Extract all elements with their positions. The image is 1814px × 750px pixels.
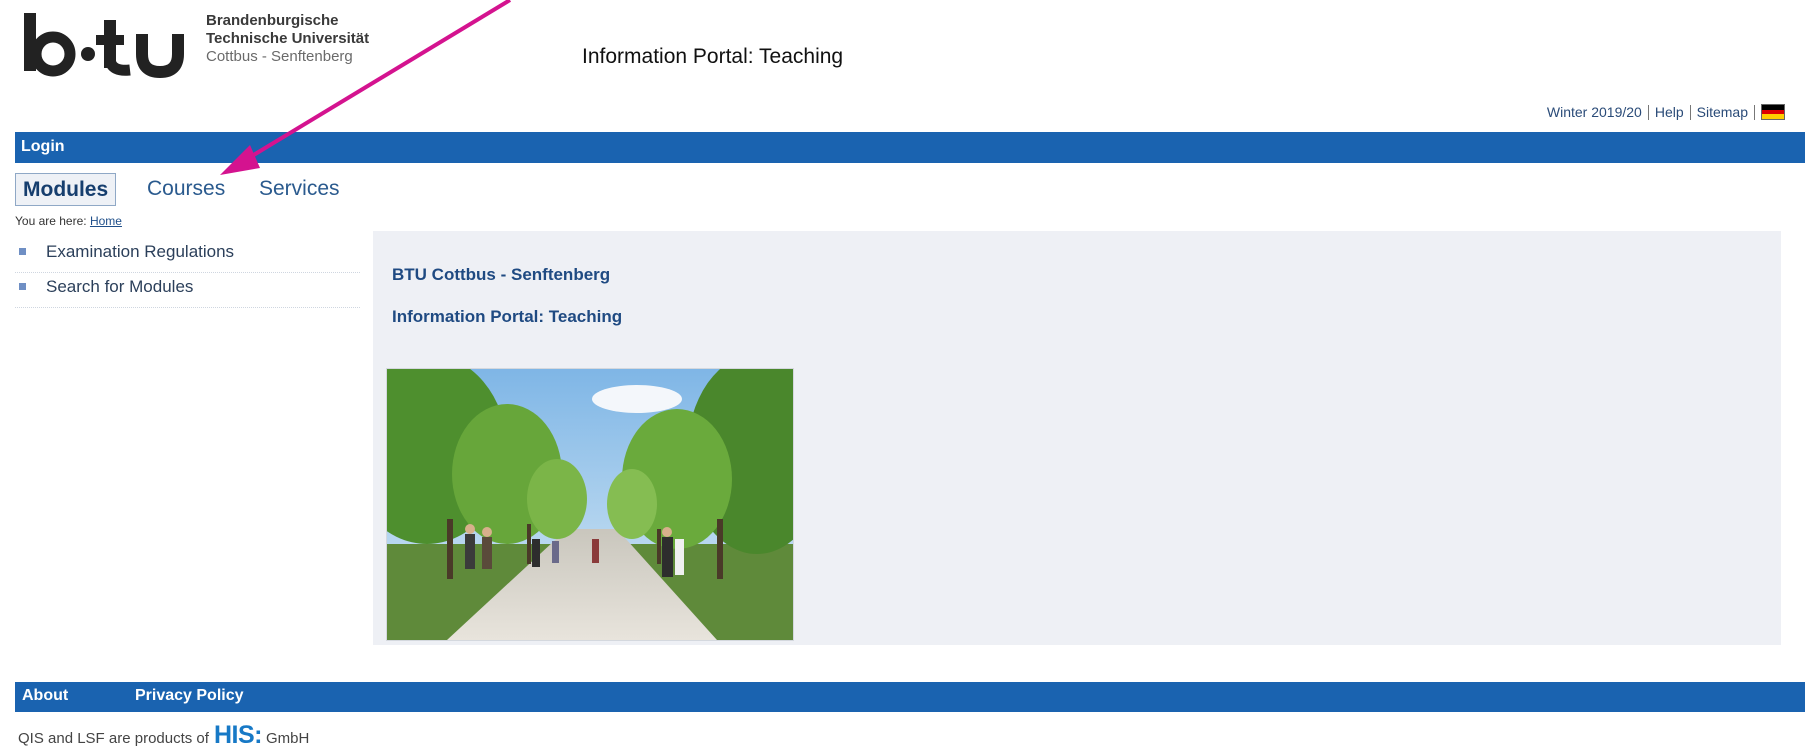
sidebar: Examination Regulations Search for Modul… [15, 238, 360, 308]
help-link[interactable]: Help [1655, 104, 1684, 120]
sidebar-item-search-modules[interactable]: Search for Modules [15, 273, 360, 308]
bullet-icon [19, 248, 26, 255]
logo-line-2: Technische Universität [206, 30, 370, 47]
main-subheading: Information Portal: Teaching [392, 307, 623, 326]
credit-prefix: QIS and LSF are products of [18, 730, 209, 747]
btu-logo-mark [24, 13, 184, 79]
campus-photo-image [387, 369, 793, 640]
login-bar: Login [15, 132, 1805, 163]
logo-line-1: Brandenburgische [206, 12, 339, 29]
footer-bar: About Privacy Policy [15, 682, 1805, 712]
main-content-panel: BTU Cottbus - Senftenberg Information Po… [373, 231, 1781, 645]
about-link[interactable]: About [22, 687, 68, 705]
university-logo[interactable]: Brandenburgische Technische Universität … [20, 10, 410, 80]
credit-suffix: GmbH [265, 730, 310, 747]
german-flag-icon[interactable] [1761, 104, 1785, 120]
portal-title: Information Portal: Teaching [582, 45, 844, 68]
sidebar-item-examination-regulations[interactable]: Examination Regulations [15, 238, 360, 273]
top-links: Winter 2019/20 Help Sitemap [1547, 104, 1785, 120]
tab-courses[interactable]: Courses [147, 173, 225, 204]
logo-line-3: Cottbus - Senftenberg [206, 48, 353, 65]
divider [1647, 104, 1649, 120]
breadcrumb-home-link[interactable]: Home [90, 214, 122, 228]
sidebar-item-label[interactable]: Search for Modules [46, 277, 193, 297]
logo-text: Brandenburgische Technische Universität … [206, 12, 369, 66]
divider [1689, 104, 1691, 120]
breadcrumb: You are here: Home [15, 214, 122, 228]
sitemap-link[interactable]: Sitemap [1697, 104, 1748, 120]
privacy-policy-link[interactable]: Privacy Policy [135, 687, 244, 705]
his-brand: HIS [213, 721, 255, 749]
main-heading: BTU Cottbus - Senftenberg [392, 265, 611, 284]
campus-photo [386, 368, 794, 641]
tab-services[interactable]: Services [259, 173, 340, 204]
semester-link[interactable]: Winter 2019/20 [1547, 104, 1642, 120]
tab-modules[interactable]: Modules [15, 173, 117, 206]
sidebar-item-label[interactable]: Examination Regulations [46, 242, 234, 262]
login-link[interactable]: Login [21, 138, 65, 156]
his-colon-icon: : [254, 721, 262, 749]
divider [1754, 104, 1755, 120]
bullet-icon [19, 283, 26, 290]
credit-line: QIS and LSF are products of HIS: GmbH [18, 721, 309, 750]
breadcrumb-prefix: You are here: [15, 214, 90, 228]
his-logo-link[interactable]: HIS: [213, 721, 263, 750]
